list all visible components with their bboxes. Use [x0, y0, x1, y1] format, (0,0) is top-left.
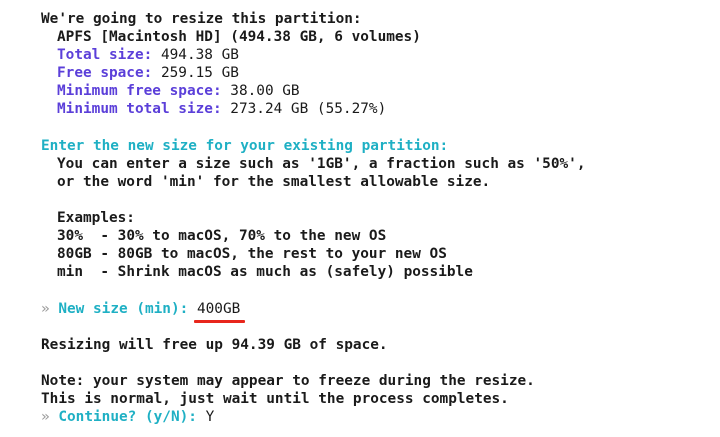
continue-label: Continue? (y/N):	[58, 409, 197, 426]
partition-name: APFS [Macintosh HD] (494.38 GB, 6 volume…	[57, 29, 421, 46]
example-row: min - Shrink macOS as much as (safely) p…	[41, 263, 710, 281]
example-desc: - 80GB to macOS, the rest to your new OS	[91, 246, 447, 263]
example-key: 80GB	[57, 246, 92, 263]
new-size-prompt: » New size (min): 400GB	[41, 300, 710, 323]
new-size-input[interactable]: 400GB	[193, 300, 246, 323]
stat-label: Minimum total size:	[57, 101, 222, 118]
example-key: 30%	[57, 228, 83, 245]
stat-min-total-size: Minimum total size: 273.24 GB (55.27%)	[41, 100, 710, 118]
prompt-marker-icon: »	[41, 300, 50, 317]
stat-value: 494.38 GB	[152, 47, 239, 64]
example-desc: - 30% to macOS, 70% to the new OS	[83, 228, 387, 245]
stat-value: 259.15 GB	[152, 65, 239, 82]
example-row: 80GB - 80GB to macOS, the rest to your n…	[41, 245, 710, 263]
terminal-output: We're going to resize this partition: AP…	[41, 10, 710, 426]
stat-label: Free space:	[57, 65, 153, 82]
note-line-1: Note: your system may appear to freeze d…	[41, 372, 535, 389]
resize-heading: We're going to resize this partition:	[41, 11, 362, 27]
examples-title: Examples:	[57, 210, 135, 227]
stat-label: Total size:	[57, 47, 153, 64]
stat-min-free-space: Minimum free space: 38.00 GB	[41, 82, 710, 100]
resize-result: Resizing will free up 94.39 GB of space.	[41, 336, 388, 353]
stat-total-size: Total size: 494.38 GB	[41, 46, 710, 64]
stat-value: 273.24 GB (55.27%)	[221, 101, 387, 118]
continue-prompt: » Continue? (y/N): Y	[41, 408, 710, 426]
prompt-help-line-2: or the word 'min' for the smallest allow…	[57, 173, 491, 190]
prompt-help-line-1: You can enter a size such as '1GB', a fr…	[57, 155, 586, 172]
prompt-marker-icon: »	[41, 409, 50, 426]
continue-input[interactable]: Y	[206, 409, 215, 425]
new-size-label: New size (min):	[58, 300, 189, 317]
stat-label: Minimum free space:	[57, 83, 222, 100]
prompt-heading: Enter the new size for your existing par…	[41, 137, 449, 154]
example-key: min	[57, 264, 83, 281]
example-row: 30% - 30% to macOS, 70% to the new OS	[41, 227, 710, 245]
stat-value: 38.00 GB	[221, 83, 300, 100]
example-desc: - Shrink macOS as much as (safely) possi…	[83, 264, 473, 281]
stat-free-space: Free space: 259.15 GB	[41, 64, 710, 82]
note-line-2: This is normal, just wait until the proc…	[41, 390, 509, 407]
